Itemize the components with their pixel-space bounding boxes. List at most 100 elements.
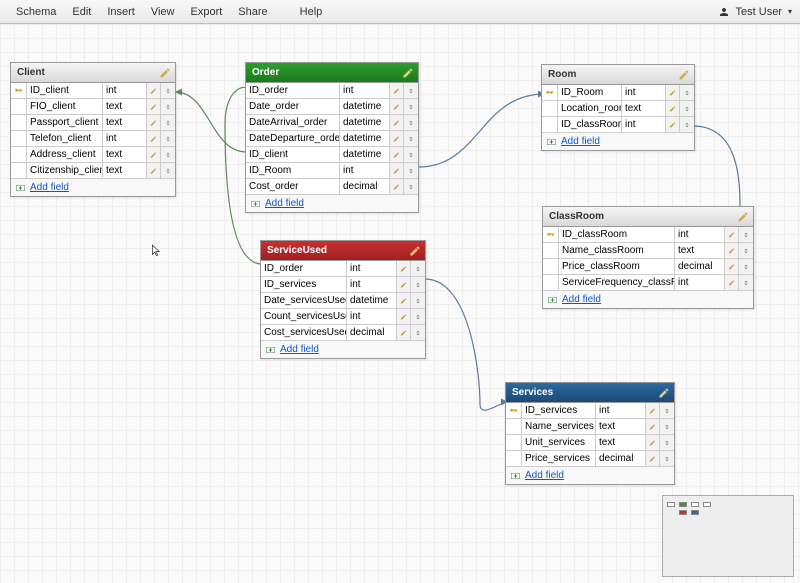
reorder-icon[interactable] (164, 166, 172, 176)
user-area[interactable]: Test User ▾ (718, 6, 792, 18)
table-row[interactable]: DateDeparture_orderdatetime (246, 131, 418, 147)
reorder-icon[interactable] (742, 262, 750, 272)
edit-cell[interactable] (147, 147, 161, 162)
pencil-icon[interactable] (150, 166, 157, 176)
reorder-cell[interactable] (404, 163, 418, 178)
add-field-link[interactable]: Add field (543, 290, 753, 308)
edit-cell[interactable] (397, 277, 411, 292)
reorder-cell[interactable] (739, 275, 753, 290)
reorder-icon[interactable] (663, 422, 671, 432)
reorder-icon[interactable] (407, 182, 415, 192)
table-row[interactable]: DateArrival_orderdatetime (246, 115, 418, 131)
reorder-icon[interactable] (414, 296, 422, 306)
reorder-cell[interactable] (411, 293, 425, 308)
table-header[interactable]: Client (11, 63, 175, 83)
reorder-icon[interactable] (663, 406, 671, 416)
edit-cell[interactable] (390, 147, 404, 162)
reorder-cell[interactable] (411, 309, 425, 324)
pencil-icon[interactable] (400, 312, 407, 322)
menu-schema[interactable]: Schema (8, 2, 64, 22)
edit-cell[interactable] (397, 293, 411, 308)
table-row[interactable]: ID_servicesint (506, 403, 674, 419)
table-row[interactable]: Count_servicesUsedint (261, 309, 425, 325)
pencil-icon[interactable] (150, 118, 157, 128)
add-field-link[interactable]: Add field (246, 194, 418, 212)
reorder-cell[interactable] (404, 99, 418, 114)
pencil-icon[interactable] (393, 86, 400, 96)
pencil-icon[interactable] (728, 246, 735, 256)
pencil-icon[interactable] (649, 422, 656, 432)
reorder-icon[interactable] (407, 118, 415, 128)
reorder-icon[interactable] (742, 246, 750, 256)
edit-cell[interactable] (147, 99, 161, 114)
reorder-cell[interactable] (404, 147, 418, 162)
reorder-icon[interactable] (407, 134, 415, 144)
pencil-icon[interactable] (400, 264, 407, 274)
table-services[interactable]: Services ID_servicesintName_servicestext… (505, 382, 675, 485)
menu-help[interactable]: Help (292, 2, 331, 22)
table-row[interactable]: Name_classRoomtext (543, 243, 753, 259)
edit-cell[interactable] (725, 243, 739, 258)
reorder-cell[interactable] (411, 261, 425, 276)
pencil-icon[interactable] (649, 454, 656, 464)
table-row[interactable]: Address_clienttext (11, 147, 175, 163)
reorder-cell[interactable] (161, 147, 175, 162)
table-row[interactable]: ID_clientint (11, 83, 175, 99)
table-row[interactable]: Price_servicesdecimal (506, 451, 674, 466)
reorder-icon[interactable] (414, 328, 422, 338)
reorder-cell[interactable] (739, 243, 753, 258)
reorder-icon[interactable] (164, 134, 172, 144)
edit-cell[interactable] (390, 99, 404, 114)
edit-cell[interactable] (397, 309, 411, 324)
table-room[interactable]: Room ID_RoomintLocation_roomtextID_class… (541, 64, 695, 151)
edit-cell[interactable] (390, 131, 404, 146)
table-row[interactable]: ID_orderint (246, 83, 418, 99)
table-row[interactable]: Location_roomtext (542, 101, 694, 117)
edit-cell[interactable] (397, 261, 411, 276)
reorder-icon[interactable] (414, 264, 422, 274)
reorder-icon[interactable] (683, 88, 691, 98)
reorder-icon[interactable] (407, 150, 415, 160)
reorder-icon[interactable] (164, 150, 172, 160)
edit-cell[interactable] (666, 101, 680, 116)
table-row[interactable]: Cost_servicesUseddecimal (261, 325, 425, 340)
pencil-icon[interactable] (649, 438, 656, 448)
table-serviceused[interactable]: ServiceUsed ID_orderintID_servicesintDat… (260, 240, 426, 359)
edit-cell[interactable] (390, 115, 404, 130)
reorder-icon[interactable] (164, 102, 172, 112)
pencil-icon[interactable] (150, 134, 157, 144)
table-row[interactable]: Price_classRoomdecimal (543, 259, 753, 275)
edit-cell[interactable] (666, 85, 680, 100)
table-row[interactable]: Cost_orderdecimal (246, 179, 418, 194)
edit-cell[interactable] (147, 115, 161, 130)
pencil-icon[interactable] (393, 182, 400, 192)
add-field-link[interactable]: Add field (506, 466, 674, 484)
reorder-icon[interactable] (742, 230, 750, 240)
reorder-cell[interactable] (161, 83, 175, 98)
pencil-icon[interactable] (669, 120, 676, 130)
table-order[interactable]: Order ID_orderintDate_orderdatetimeDateA… (245, 62, 419, 213)
table-row[interactable]: Date_servicesUseddatetime (261, 293, 425, 309)
reorder-icon[interactable] (164, 86, 172, 96)
reorder-cell[interactable] (680, 117, 694, 132)
edit-cell[interactable] (666, 117, 680, 132)
edit-cell[interactable] (390, 83, 404, 98)
pencil-icon[interactable] (649, 406, 656, 416)
menu-insert[interactable]: Insert (99, 2, 143, 22)
pencil-icon[interactable] (669, 88, 676, 98)
pencil-icon[interactable] (728, 278, 735, 288)
edit-icon[interactable] (658, 387, 670, 399)
pencil-icon[interactable] (400, 280, 407, 290)
reorder-icon[interactable] (683, 104, 691, 114)
reorder-cell[interactable] (411, 277, 425, 292)
table-client[interactable]: Client ID_clientintFIO_clienttextPasspor… (10, 62, 176, 197)
menu-edit[interactable]: Edit (64, 2, 99, 22)
pencil-icon[interactable] (393, 166, 400, 176)
pencil-icon[interactable] (393, 118, 400, 128)
menu-export[interactable]: Export (183, 2, 231, 22)
reorder-cell[interactable] (404, 131, 418, 146)
edit-cell[interactable] (646, 451, 660, 466)
reorder-icon[interactable] (407, 166, 415, 176)
add-field-link[interactable]: Add field (542, 132, 694, 150)
add-field-link[interactable]: Add field (11, 178, 175, 196)
